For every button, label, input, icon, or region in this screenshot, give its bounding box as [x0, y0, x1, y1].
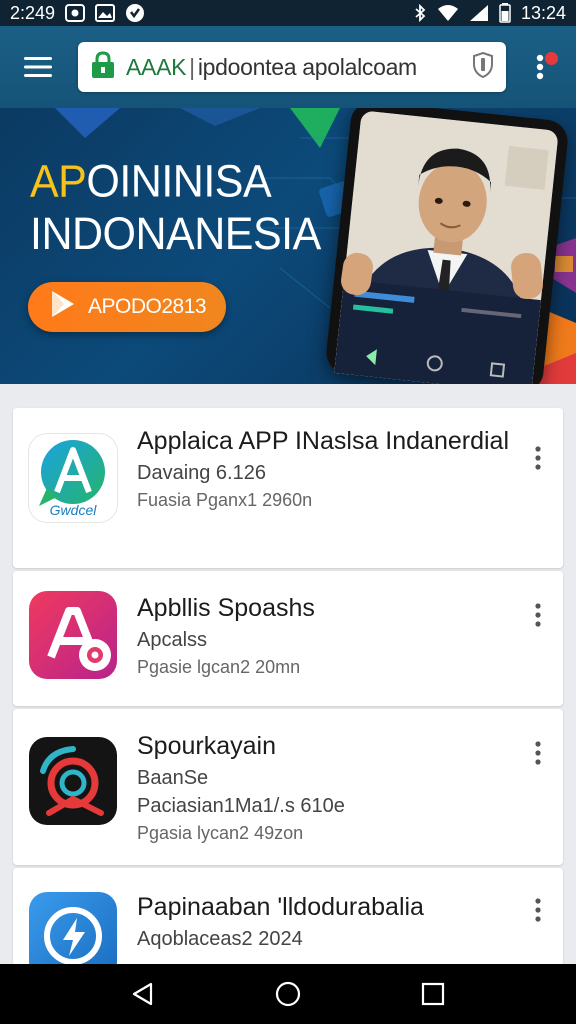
app-subtitle: Apcalss: [137, 629, 208, 651]
more-vertical-icon: [535, 446, 541, 470]
more-vertical-icon: [535, 898, 541, 922]
battery-icon: [499, 3, 511, 23]
app-subtitle: Davaing 6.126: [137, 462, 266, 484]
app-info: Papinaaban 'lldodurabalia Aqoblaceas2 20…: [137, 892, 513, 953]
list-item[interactable]: Spourkayain BaanSe Paciasian1Ma1/.s 610e…: [13, 709, 563, 865]
app-info: Apbllis Spoashs Apcalss Pgasie lgcan2 20…: [137, 593, 513, 680]
back-triangle-icon: [132, 982, 152, 1006]
status-left: 2:249: [10, 3, 145, 24]
more-vertical-icon: [536, 54, 544, 80]
url-path: ipdoontea apolalcoam: [197, 53, 417, 80]
back-button[interactable]: [113, 964, 173, 1024]
app-subtitle-secondary: Paciasian1Ma1/.s 610e: [137, 795, 345, 817]
list-item[interactable]: Papinaaban 'lldodurabalia Aqoblaceas2 20…: [13, 868, 563, 980]
record-icon: [29, 737, 117, 825]
hero-title: APOININISA INDONANESIA: [30, 156, 321, 261]
hamburger-icon: [24, 57, 52, 77]
list-item[interactable]: Apbllis Spoashs Apcalss Pgasie lgcan2 20…: [13, 571, 563, 706]
app-title: Spourkayain: [137, 732, 276, 760]
shield-icon[interactable]: [472, 51, 494, 83]
hand-right: [509, 251, 545, 301]
url-bar[interactable]: AAAK | ipdoontea apolalcoam: [78, 42, 506, 92]
url-text: AAAK | ipdoontea apolalcoam: [126, 54, 472, 81]
app-more-button[interactable]: [523, 733, 553, 773]
recents-square-icon: [422, 982, 445, 1006]
app-meta: Pgasia lycan2 49zon: [137, 823, 304, 843]
hero-title-line1-rest: OININISA: [86, 156, 272, 207]
hero-cta-button[interactable]: APODO2813: [28, 282, 226, 332]
status-time-left: 2:249: [10, 2, 56, 23]
a-logo-icon: Gwdcel: [29, 434, 117, 522]
hero-title-line2: INDONANESIA: [30, 209, 321, 260]
lock-icon: [90, 50, 116, 84]
url-separator: |: [189, 53, 195, 80]
app-more-button[interactable]: [523, 890, 553, 930]
wifi-icon: [437, 4, 459, 22]
bluetooth-icon: [413, 4, 427, 22]
app-meta: Pgasie lgcan2 20mn: [137, 657, 301, 677]
app-meta: Fuasia Pganx1 2960n: [137, 490, 313, 510]
phone-screen: [334, 110, 559, 384]
more-vertical-icon: [535, 741, 541, 765]
home-circle-icon: [275, 981, 301, 1007]
browser-toolbar: AAAK | ipdoontea apolalcoam: [0, 26, 576, 108]
home-button[interactable]: [258, 964, 318, 1024]
app-title: Apbllis Spoashs: [137, 594, 315, 622]
app-info: Spourkayain BaanSe Paciasian1Ma1/.s 610e…: [137, 731, 513, 846]
status-bar: 2:249 13:24: [0, 0, 576, 26]
gallery-notification-icon: [95, 4, 116, 22]
list-item[interactable]: Gwdcel Applaica APP INaslsa Indanerdial …: [13, 408, 563, 568]
app-more-button[interactable]: [523, 595, 553, 635]
app-title: Applaica APP INaslsa Indanerdial: [137, 427, 509, 455]
app-title: Papinaaban 'lldodurabalia: [137, 893, 424, 921]
signal-icon: [469, 4, 489, 22]
notification-app-icon: [65, 4, 86, 22]
hero-title-line1: APOININISA: [30, 156, 321, 209]
hamburger-menu-button[interactable]: [0, 26, 76, 108]
url-site: AAAK: [126, 53, 187, 80]
hero-cta-label: APODO2813: [88, 295, 207, 318]
app-subtitle: BaanSe: [137, 767, 209, 789]
app-icon-caption: Gwdcel: [49, 502, 97, 518]
shield-notification-icon: [125, 3, 145, 23]
app-info: Applaica APP INaslsa Indanerdial Davaing…: [137, 426, 513, 513]
overflow-menu-button[interactable]: [518, 26, 562, 108]
phone-mockup: [324, 108, 570, 384]
app-subtitle: Aqoblaceas2 2024: [137, 928, 303, 950]
app-more-button[interactable]: [523, 438, 553, 478]
notification-dot: [545, 52, 558, 65]
status-time-right: 13:24: [520, 2, 566, 23]
more-vertical-icon: [535, 603, 541, 627]
hero-title-accent: AP: [30, 156, 87, 207]
a-camera-icon: [29, 591, 117, 679]
status-right: 13:24: [413, 3, 566, 24]
recents-button[interactable]: [403, 964, 463, 1024]
system-navigation-bar: [0, 964, 576, 1024]
play-store-icon: [50, 290, 76, 324]
hero-banner[interactable]: APOININISA INDONANESIA APODO2813: [0, 108, 576, 384]
